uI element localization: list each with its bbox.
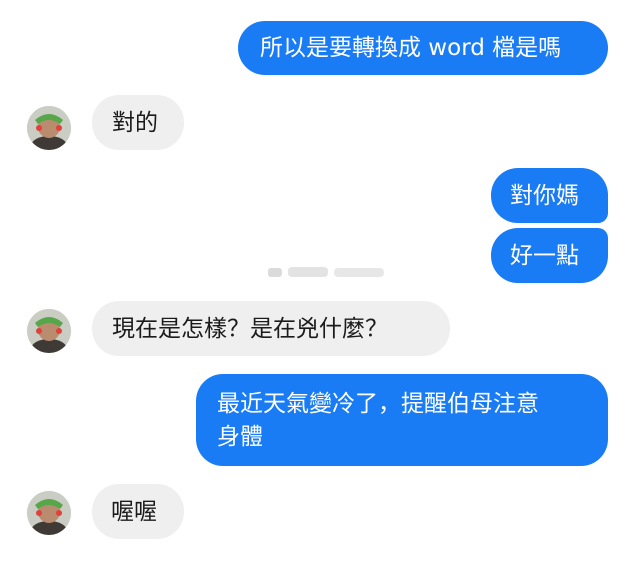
message-text: 所以是要轉換成 word 檔是嗎 xyxy=(260,35,562,61)
message-bubble-outgoing[interactable]: 對你媽 xyxy=(491,168,608,223)
message-text: 喔喔 xyxy=(111,499,157,525)
avatar-icon xyxy=(27,491,71,535)
message-bubble-outgoing[interactable]: 最近天氣變冷了，提醒伯母注意 身體 xyxy=(196,374,608,466)
message-bubble-incoming[interactable]: 喔喔 xyxy=(92,484,184,539)
message-text: 對的 xyxy=(112,110,158,136)
avatar-icon xyxy=(27,309,71,353)
blurred-watermark-icon xyxy=(268,267,384,277)
message-bubble-incoming[interactable]: 現在是怎樣？是在兇什麼？ xyxy=(92,301,450,356)
message-text: 對你媽 xyxy=(510,183,579,209)
message-text: 現在是怎樣？是在兇什麼？ xyxy=(112,316,388,342)
watermark xyxy=(268,263,388,281)
contact-avatar[interactable] xyxy=(27,491,71,535)
message-text-line-1: 最近天氣變冷了，提醒伯母注意 xyxy=(217,391,539,417)
message-text: 好一點 xyxy=(510,243,579,269)
chat-thread: 所以是要轉換成 word 檔是嗎 對的 對你媽 好一點 現在是怎樣？是在兇什麼？… xyxy=(0,0,640,561)
message-text-line-2: 身體 xyxy=(217,424,263,450)
contact-avatar[interactable] xyxy=(27,106,71,150)
message-bubble-incoming[interactable]: 對的 xyxy=(92,95,184,150)
message-bubble-outgoing[interactable]: 好一點 xyxy=(491,228,608,283)
contact-avatar[interactable] xyxy=(27,309,71,353)
avatar-icon xyxy=(27,106,71,150)
message-bubble-outgoing[interactable]: 所以是要轉換成 word 檔是嗎 xyxy=(238,21,608,75)
